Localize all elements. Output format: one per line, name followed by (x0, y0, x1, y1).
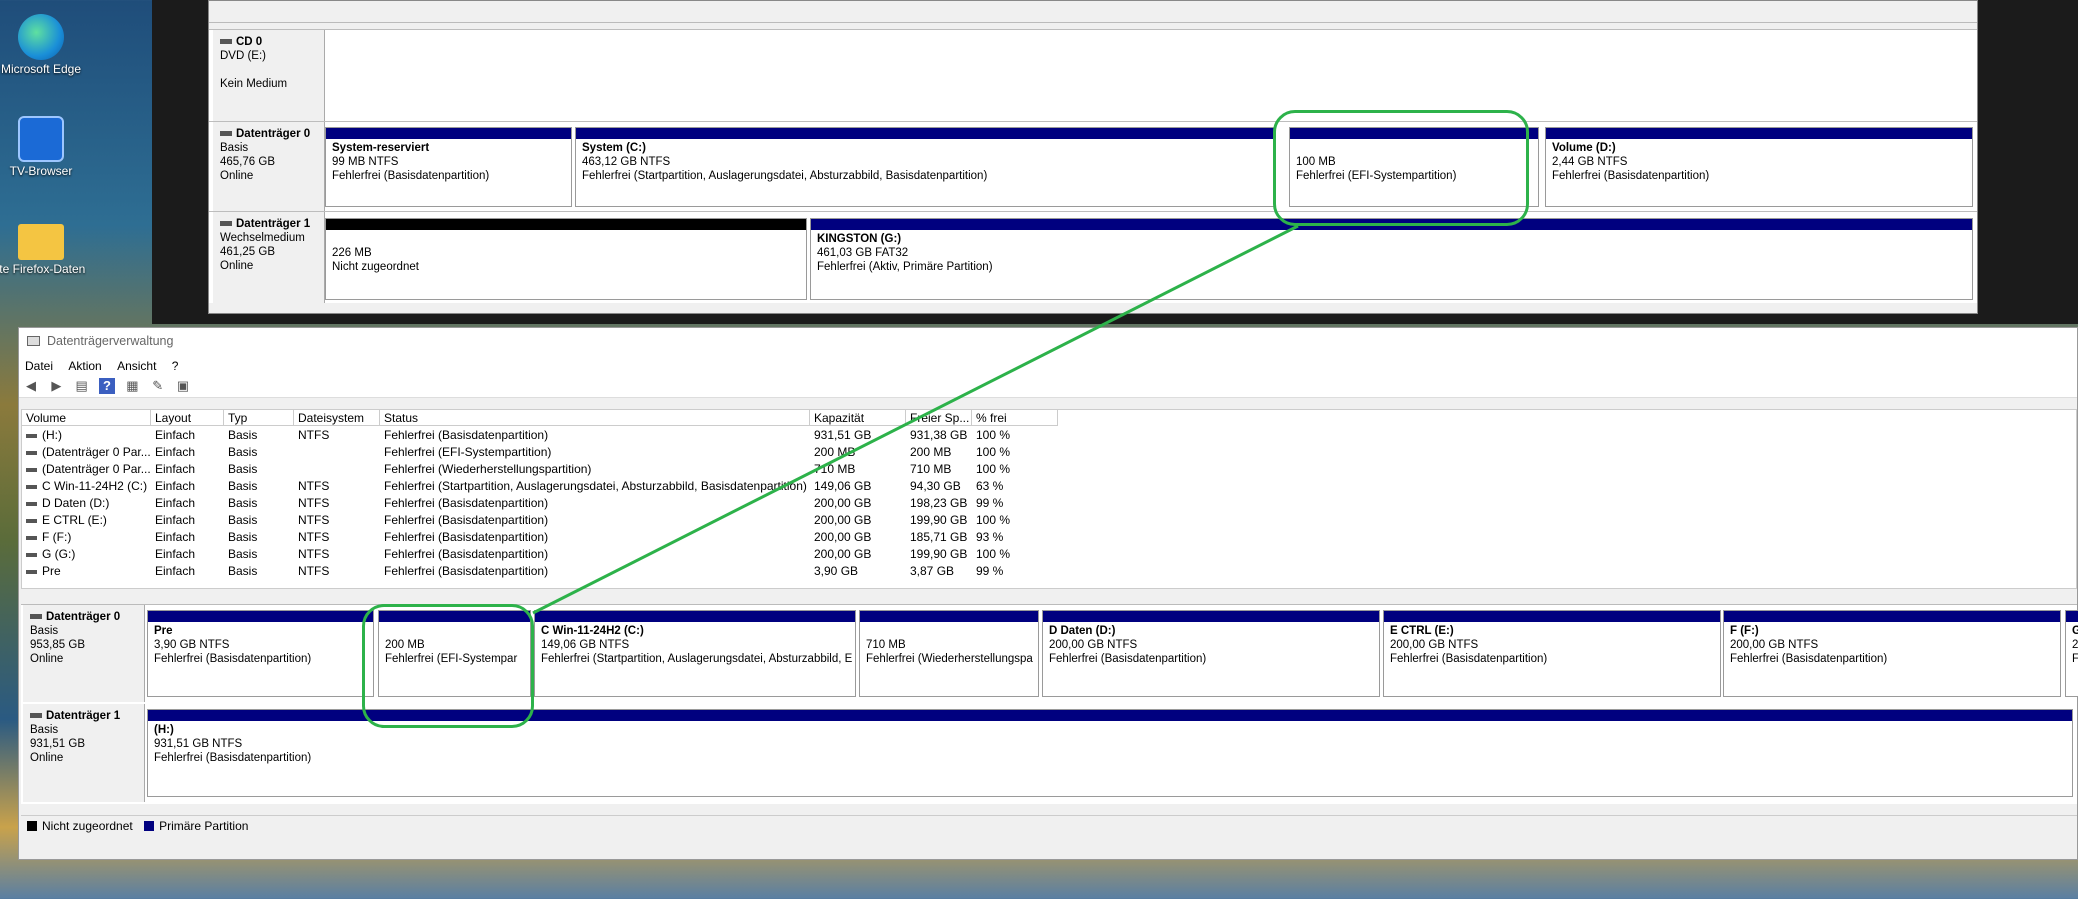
arrow-line (532, 224, 1299, 615)
annotation-arrow (532, 224, 1299, 615)
